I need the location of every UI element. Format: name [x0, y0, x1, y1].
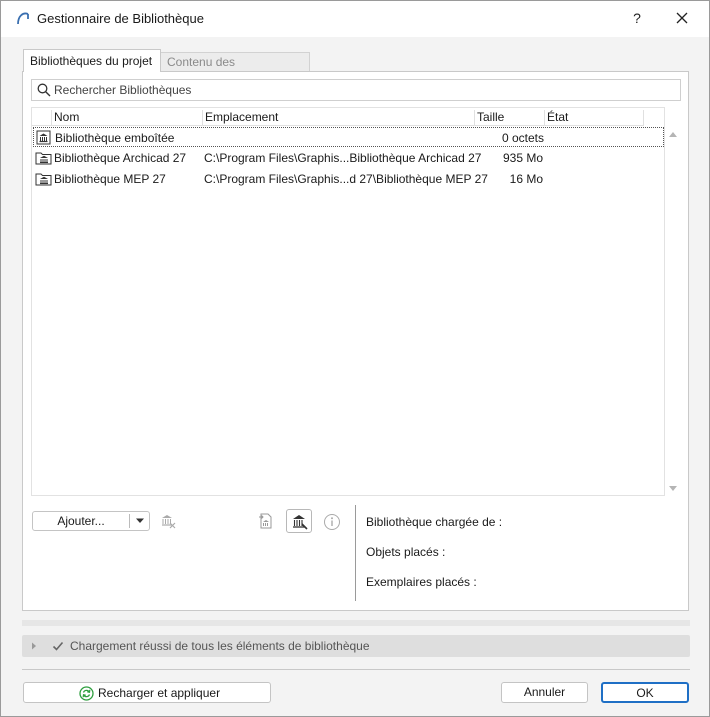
search-icon [37, 83, 51, 97]
row-location: C:\Program Files\Graphis...d 27\Biblioth… [204, 172, 488, 186]
chevron-down-icon[interactable] [135, 518, 145, 524]
details-divider [355, 505, 356, 601]
add-library-label: Ajouter... [57, 514, 105, 528]
close-icon [676, 12, 688, 24]
table-row[interactable]: Bibliothèque MEP 27 C:\Program Files\Gra… [33, 169, 664, 189]
row-size: 935 Mo [502, 151, 543, 165]
status-bar[interactable]: Chargement réussi de tous les éléments d… [22, 635, 690, 657]
column-header-state[interactable]: État [544, 110, 644, 126]
table-row[interactable]: Bibliothèque Archicad 27 C:\Program File… [33, 148, 664, 168]
footer-divider [22, 669, 690, 670]
loaded-from-label: Bibliothèque chargée de : [366, 515, 503, 529]
panel-bottom-strip [22, 620, 690, 626]
row-size: 0 octets [501, 131, 544, 145]
status-text: Chargement réussi de tous les éléments d… [70, 639, 370, 653]
remove-library-button[interactable] [156, 510, 180, 532]
search-box[interactable] [31, 79, 681, 101]
ok-button[interactable]: OK [601, 682, 689, 703]
library-remove-icon [162, 515, 176, 529]
table-row[interactable]: Bibliothèque emboîtée 0 octets [33, 127, 664, 147]
reload-apply-label: Recharger et appliquer [98, 686, 221, 700]
reload-apply-button[interactable]: Recharger et appliquer [23, 682, 271, 703]
library-export-icon [259, 513, 272, 529]
window-title: Gestionnaire de Bibliothèque [37, 11, 204, 26]
close-button[interactable] [667, 5, 697, 31]
library-info-button[interactable] [319, 510, 343, 532]
expand-arrow-icon[interactable] [31, 642, 37, 650]
tab-project-libraries[interactable]: Bibliothèques du projet [23, 49, 161, 72]
export-library-button[interactable] [254, 510, 278, 532]
title-bar: Gestionnaire de Bibliothèque ? [1, 1, 709, 37]
row-size: 16 Mo [509, 172, 543, 186]
placed-instances-label: Exemplaires placés : [366, 575, 477, 589]
info-icon [324, 514, 340, 530]
row-name: Bibliothèque emboîtée [55, 131, 175, 145]
scroll-up-arrow-icon[interactable] [668, 130, 678, 138]
checkmark-icon [52, 641, 64, 651]
library-list[interactable]: Nom Emplacement Taille État Bibliothèque… [31, 107, 665, 496]
library-manager-dialog: Gestionnaire de Bibliothèque ? Bibliothè… [0, 0, 710, 717]
column-header-size[interactable]: Taille [474, 110, 544, 126]
list-header: Nom Emplacement Taille État [32, 108, 644, 126]
column-header-location[interactable]: Emplacement [202, 110, 474, 126]
library-embedded-icon [36, 130, 51, 145]
placed-objects-label: Objets placés : [366, 545, 446, 559]
row-name: Bibliothèque Archicad 27 [54, 151, 187, 165]
row-name: Bibliothèque MEP 27 [54, 172, 166, 186]
archicad-logo-icon [17, 12, 29, 25]
library-folder-icon [35, 173, 52, 186]
tab-library-contents[interactable]: Contenu des bibliothèques [160, 52, 310, 88]
search-input[interactable] [54, 82, 674, 98]
column-header-name[interactable]: Nom [51, 110, 202, 126]
reload-icon [79, 686, 94, 701]
manage-library-button[interactable] [286, 509, 312, 533]
library-folder-icon [35, 152, 52, 165]
scroll-down-arrow-icon[interactable] [668, 485, 678, 493]
library-settings-icon [293, 515, 308, 530]
split-divider [129, 514, 130, 528]
row-location: C:\Program Files\Graphis...Bibliothèque … [204, 151, 482, 165]
add-library-button[interactable]: Ajouter... [32, 511, 150, 531]
cancel-button[interactable]: Annuler [501, 682, 588, 703]
help-button[interactable]: ? [623, 5, 651, 31]
